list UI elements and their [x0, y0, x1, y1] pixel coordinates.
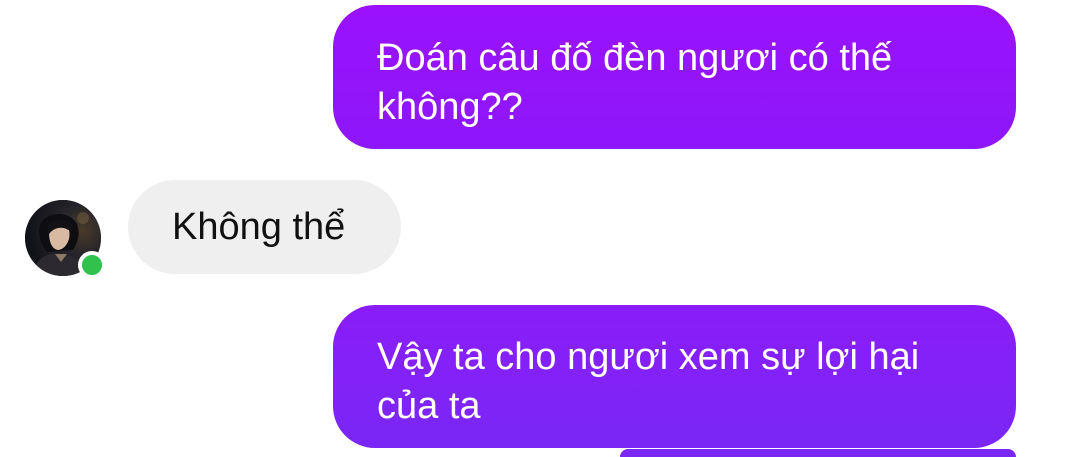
received-message-bubble[interactable]: Không thể — [128, 180, 401, 274]
message-thread: Đoán câu đố đèn ngươi có thế không?? Khô… — [0, 0, 1080, 457]
message-text: Vậy ta cho ngươi xem sự lợi hại của ta — [377, 336, 920, 427]
next-message-bubble-edge — [620, 449, 1016, 457]
contact-avatar[interactable] — [25, 200, 106, 280]
sent-message-bubble[interactable]: Vậy ta cho ngươi xem sự lợi hại của ta — [333, 305, 1016, 448]
sent-message-bubble[interactable]: Đoán câu đố đèn ngươi có thế không?? — [333, 5, 1016, 149]
online-status-indicator — [78, 251, 106, 279]
message-text: Đoán câu đố đèn ngươi có thế không?? — [377, 37, 893, 128]
message-text: Không thể — [172, 206, 346, 248]
